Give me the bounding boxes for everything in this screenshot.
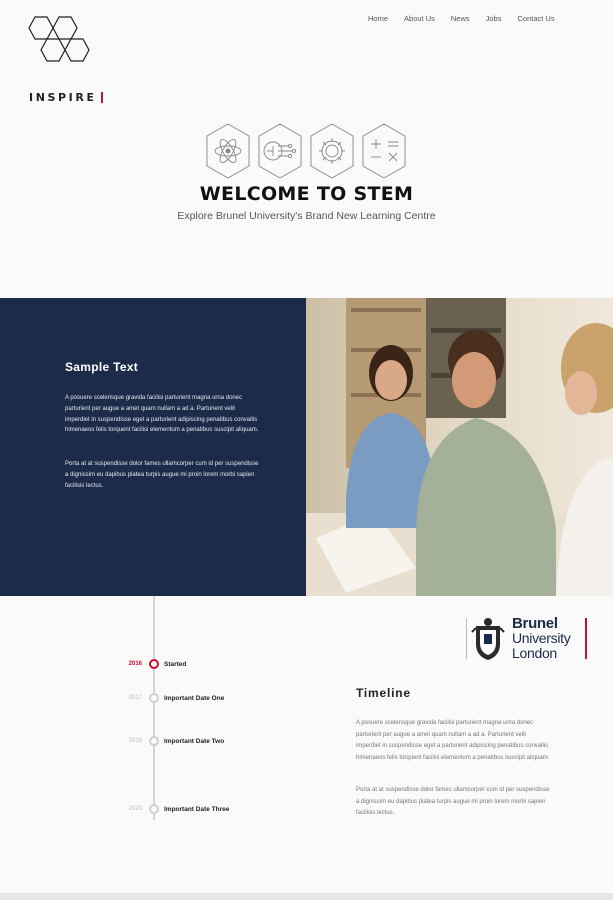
timeline-paragraph-1: A posuere scelerisque gravida facilisi p… [356,720,550,761]
timeline-year: 2016 [128,661,142,667]
logo-accent-bar [101,92,103,103]
nav-jobs[interactable]: Jobs [478,14,510,24]
timeline-year: 2020 [128,806,142,812]
timeline-year: 2018 [128,738,142,744]
nav-about-us[interactable]: About Us [396,14,443,24]
timeline-dot[interactable] [149,659,159,669]
timeline-dot[interactable] [149,693,159,703]
timeline-item[interactable]: 2018 Important Date Two [0,736,300,748]
hero-icons [206,123,406,179]
inspire-logo[interactable]: INSPIRE [28,16,108,104]
feature-paragraph-1: A posuere scelerisque gravida facilisi p… [65,395,259,434]
timeline-label: Important Date Three [164,806,230,813]
footer-strip [0,893,613,900]
atom-icon [206,123,250,179]
main-nav: Home About Us News Jobs Contact Us [360,14,563,24]
timeline-heading: Timeline [356,686,411,700]
math-symbols-icon [362,123,406,179]
brunel-accent-bar [585,618,587,659]
students-photo [306,298,613,596]
timeline-item[interactable]: 2020 Important Date Three [0,804,300,816]
timeline-label: Important Date Two [164,738,225,745]
feature-paragraph-2: Porta at at suspendisse dolor fames ulla… [65,461,259,489]
brunel-university-logo[interactable]: Brunel University London [466,614,588,662]
crest-icon [471,618,505,660]
nav-home[interactable]: Home [360,14,396,24]
timeline-label: Started [164,661,187,668]
circuit-icon [258,123,302,179]
timeline-dot[interactable] [149,804,159,814]
timeline-label: Important Date One [164,695,225,702]
timeline-dot[interactable] [149,736,159,746]
hexagon-logo-icon [28,16,90,62]
page-title: WELCOME TO STEM [199,183,414,205]
brunel-university: University [512,630,571,646]
timeline-year: 2017 [128,695,142,701]
feature-band: Sample Text A posuere scelerisque gravid… [0,298,613,596]
page-subtitle: Explore Brunel University's Brand New Le… [177,210,436,222]
timeline-item[interactable]: 2017 Important Date One [0,693,300,705]
brunel-divider [466,618,467,659]
nav-contact-us[interactable]: Contact Us [509,14,562,24]
gear-icon [310,123,354,179]
brunel-london: London [512,645,557,661]
timeline-line [153,596,155,820]
timeline-item[interactable]: 2016 Started [0,659,300,671]
feature-title: Sample Text [65,360,139,374]
feature-text-panel: Sample Text A posuere scelerisque gravid… [0,298,306,596]
nav-news[interactable]: News [443,14,478,24]
timeline-paragraph-2: Porta at at suspendisse dolor fames ulla… [356,787,550,816]
logo-text: INSPIRE [29,91,97,104]
students-photo-illustration [306,298,613,596]
